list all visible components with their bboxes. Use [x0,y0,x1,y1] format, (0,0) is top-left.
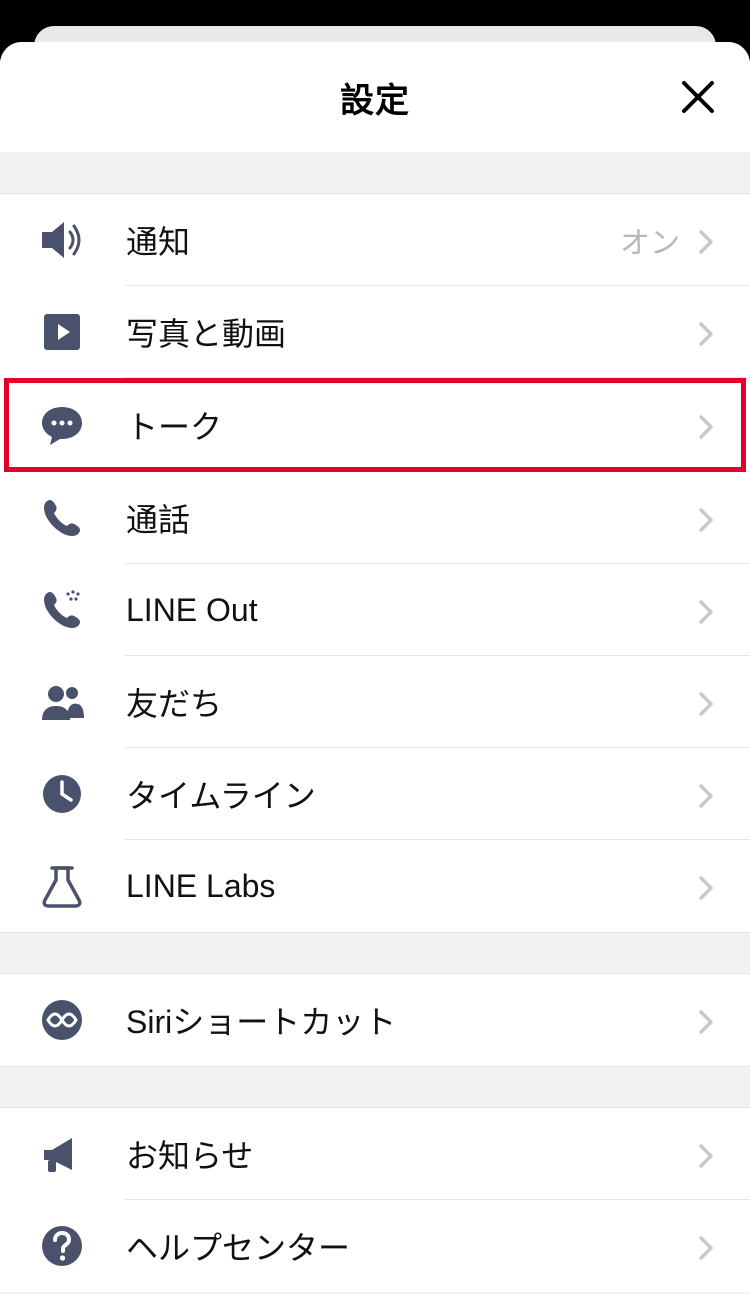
settings-list: Siriショートカット [0,974,750,1066]
flask-icon [38,862,86,910]
settings-row-talk[interactable]: トーク [0,378,750,472]
settings-list: 通知オン写真と動画トーク通話 LINE Out 友だちタイムライン LINE Labs [0,194,750,932]
settings-row-line-labs[interactable]: LINE Labs [0,840,750,932]
chevron-right-icon [694,690,718,714]
chevron-right-icon [694,506,718,530]
settings-row-label: ヘルプセンター [126,1223,694,1269]
settings-row-help-center[interactable]: ヘルプセンター [0,1200,750,1292]
settings-row-friends[interactable]: 友だち [0,656,750,748]
settings-row-photos-videos[interactable]: 写真と動画 [0,286,750,378]
close-button[interactable] [676,75,720,119]
settings-list: お知らせヘルプセンター [0,1108,750,1292]
settings-row-label: LINE Labs [126,868,694,905]
section-gap [0,1066,750,1108]
section-gap [0,932,750,974]
settings-row-label: 通話 [126,495,694,541]
speaker-icon [38,216,86,264]
close-icon [680,79,716,115]
people-icon [38,678,86,726]
phone-out-icon [38,586,86,634]
settings-row-label: お知らせ [126,1131,694,1177]
chat-bubble-icon [38,401,86,449]
settings-row-call[interactable]: 通話 [0,472,750,564]
settings-row-line-out[interactable]: LINE Out [0,564,750,656]
play-square-icon [38,308,86,356]
siri-icon [38,996,86,1044]
chevron-right-icon [694,1142,718,1166]
chevron-right-icon [694,874,718,898]
phone-icon [38,494,86,542]
megaphone-icon [38,1130,86,1178]
settings-row-notifications[interactable]: 通知オン [0,194,750,286]
chevron-right-icon [694,598,718,622]
chevron-right-icon [694,1234,718,1258]
settings-row-label: 通知 [126,217,620,263]
chevron-right-icon [694,782,718,806]
header: 設定 [0,42,750,152]
help-icon [38,1222,86,1270]
page-title: 設定 [340,73,410,122]
settings-row-value: オン [620,218,680,262]
settings-row-label: Siriショートカット [126,997,694,1043]
settings-row-label: トーク [126,402,694,448]
settings-row-siri-shortcuts[interactable]: Siriショートカット [0,974,750,1066]
section-gap [0,152,750,194]
chevron-right-icon [694,413,718,437]
settings-row-label: 写真と動画 [126,309,694,355]
chevron-right-icon [694,228,718,252]
chevron-right-icon [694,320,718,344]
chevron-right-icon [694,1008,718,1032]
settings-row-timeline[interactable]: タイムライン [0,748,750,840]
settings-row-label: 友だち [126,679,694,725]
settings-row-announcements[interactable]: お知らせ [0,1108,750,1200]
settings-sheet: 設定 通知オン写真と動画トーク通話 LINE Out 友だちタイムライン LINE L… [0,42,750,1294]
settings-row-label: LINE Out [126,592,694,629]
settings-content: 通知オン写真と動画トーク通話 LINE Out 友だちタイムライン LINE Labs… [0,152,750,1292]
settings-row-label: タイムライン [126,771,694,817]
clock-icon [38,770,86,818]
